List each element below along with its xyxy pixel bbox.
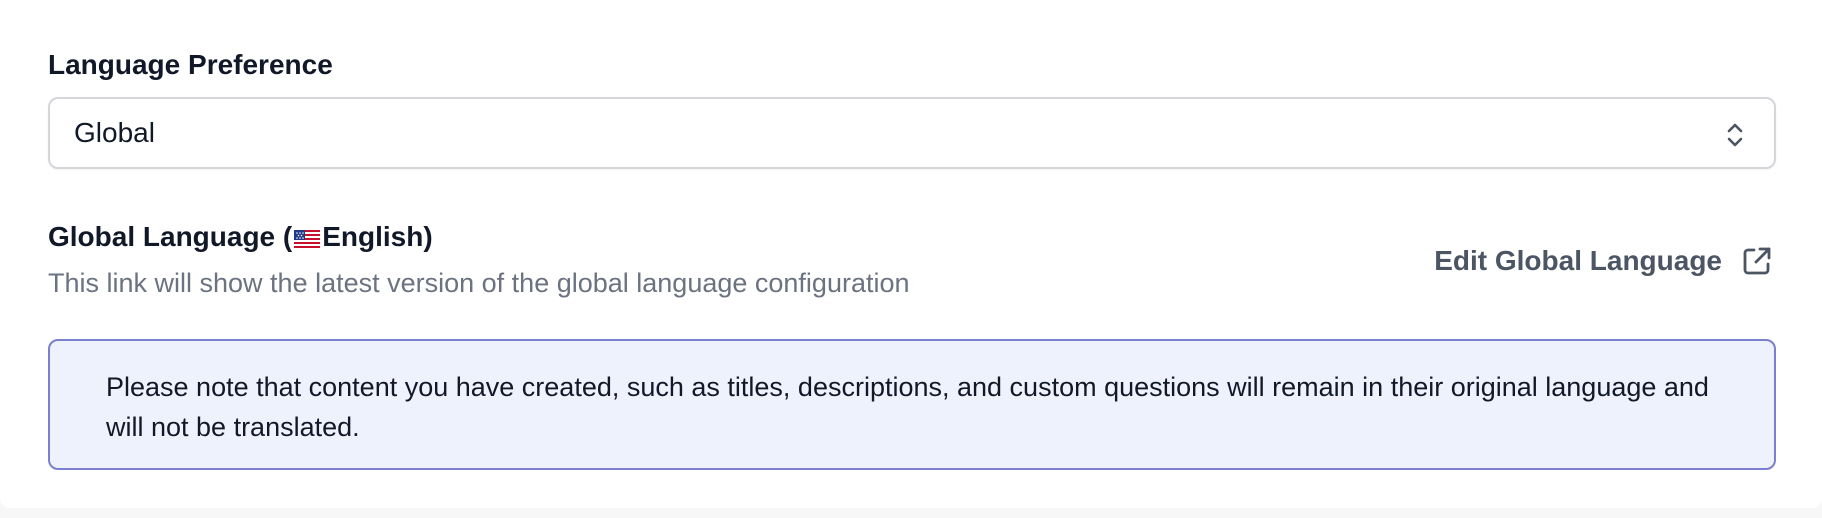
translation-notice: Please note that content you have create… [48,339,1776,470]
edit-global-language-link[interactable]: Edit Global Language [1434,244,1774,278]
edit-global-language-label: Edit Global Language [1434,245,1722,276]
language-preference-select[interactable]: Global [48,97,1776,169]
global-language-title-suffix: ) [423,221,433,252]
external-link-icon [1743,247,1771,275]
us-flag-icon [294,230,321,248]
language-settings-panel: Language Preference Global Global Langua… [0,0,1822,508]
chevron-up-down-icon [1727,123,1743,147]
translation-notice-text: Please note that content you have create… [106,372,1709,442]
language-preference-value: Global [74,117,155,148]
global-language-title-prefix: Global Language ( [48,221,293,252]
global-language-name: English [322,221,424,252]
global-language-description: This link will show the latest version o… [48,268,910,298]
language-preference-label: Language Preference [48,49,333,80]
global-language-title: Global Language ( English) [48,220,433,254]
